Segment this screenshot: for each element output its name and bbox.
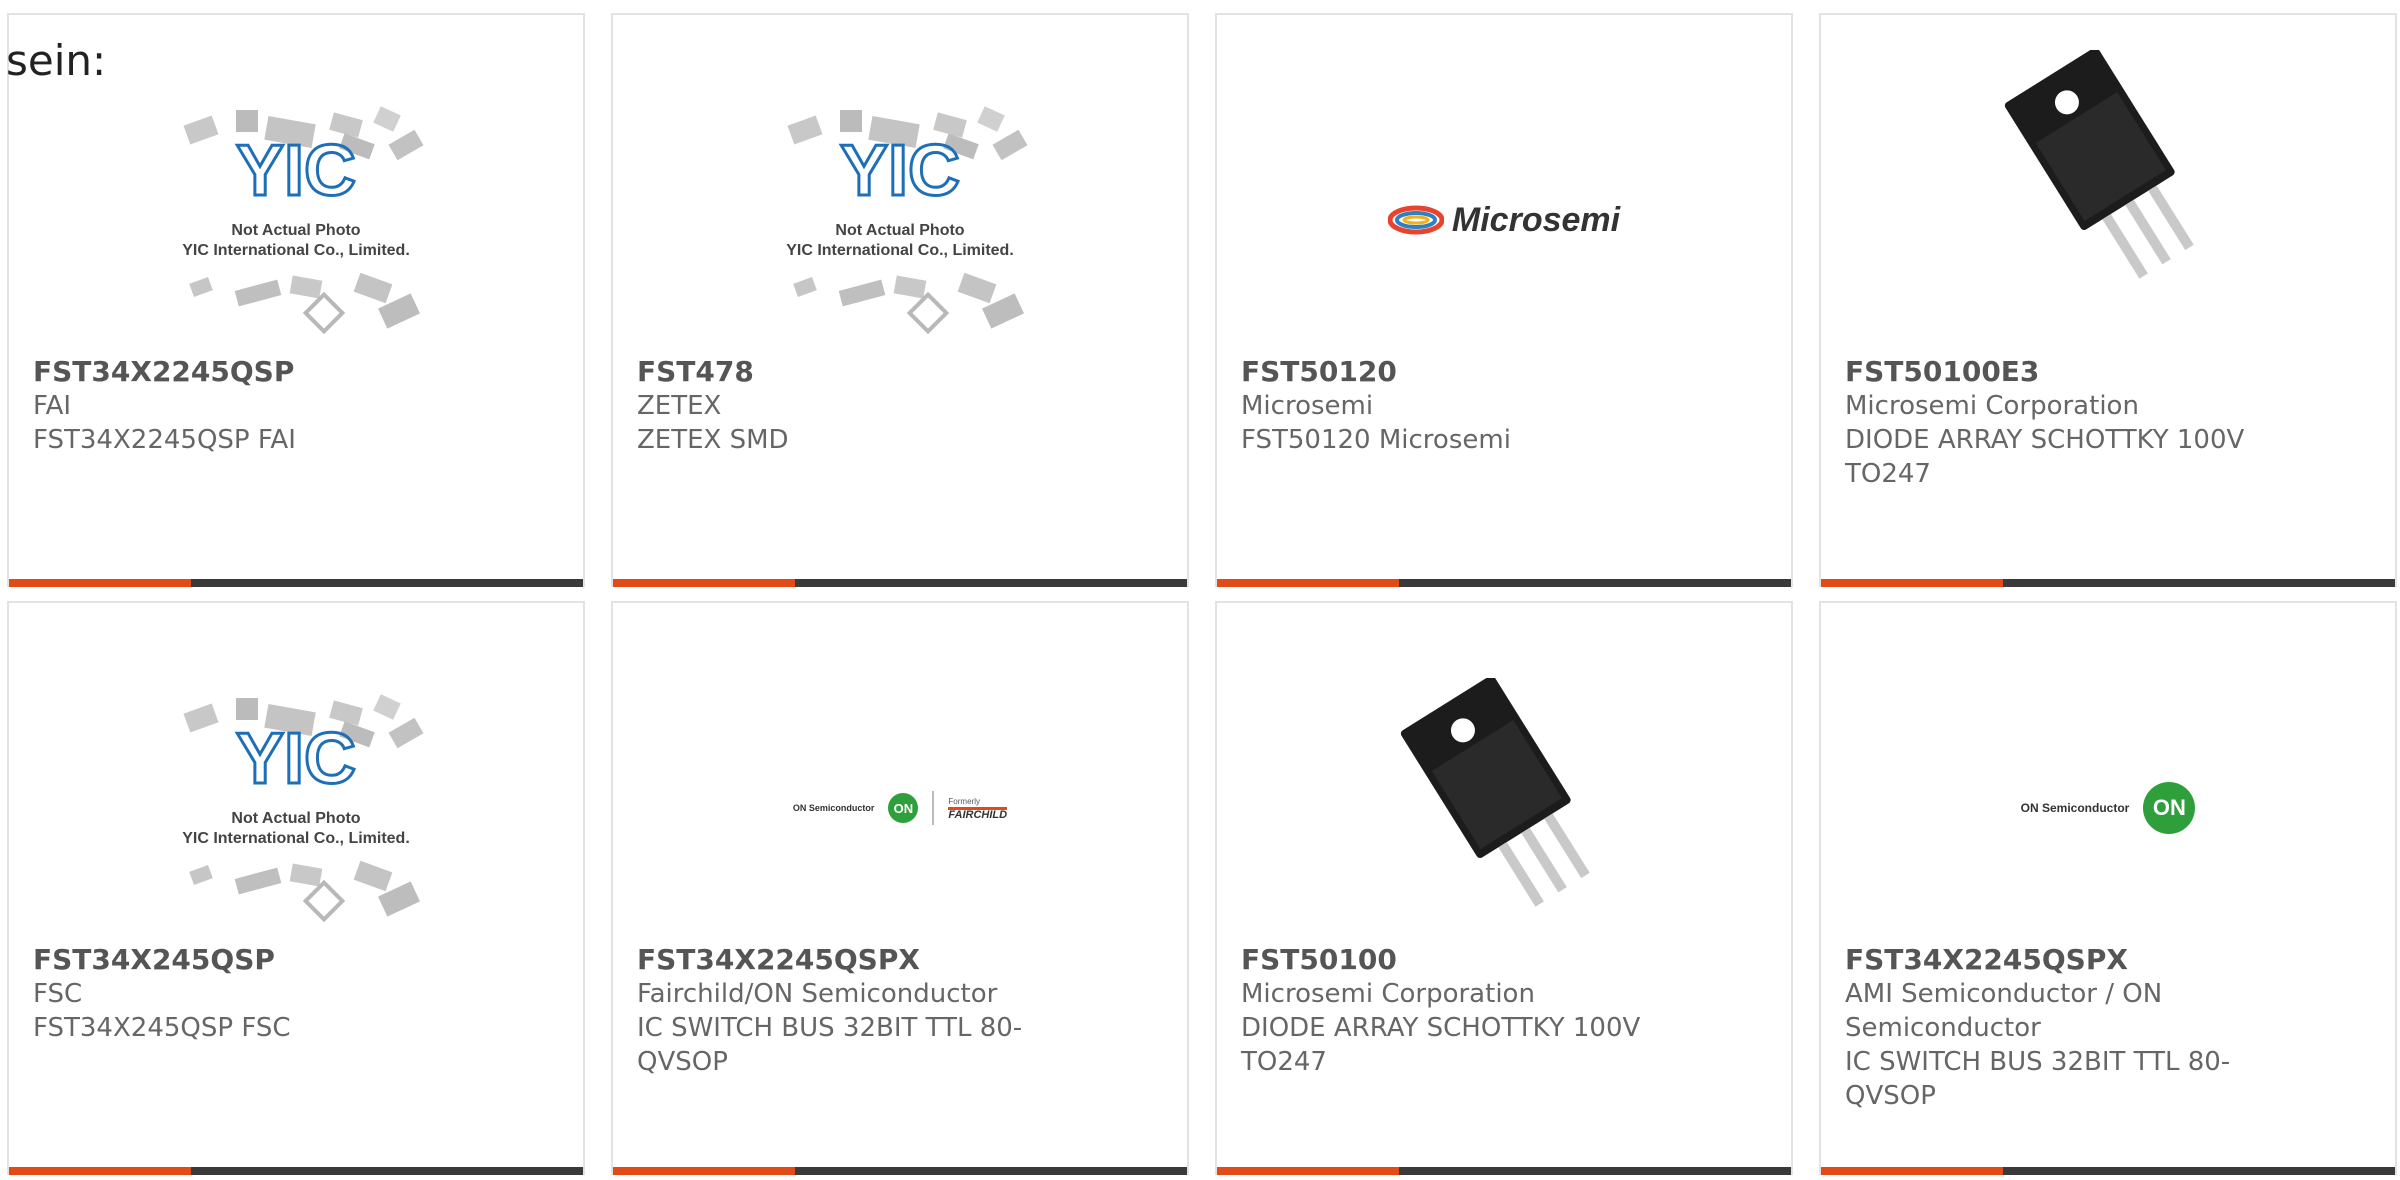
description: FST34X245QSP FSC <box>33 1013 291 1043</box>
manufacturer: Semiconductor <box>1845 1013 2041 1043</box>
product-card[interactable]: YIC Not Actual Photo YIC International C… <box>7 13 585 587</box>
card-accent-bar <box>1821 1167 2395 1175</box>
description: DIODE ARRAY SCHOTTKY 100V <box>1241 1013 1641 1043</box>
description: ZETEX SMD <box>637 425 789 455</box>
part-number[interactable]: FST34X245QSP <box>33 943 463 977</box>
description: TO247 <box>1845 459 1931 489</box>
svg-text:YIC International Co., Limited: YIC International Co., Limited. <box>786 242 1014 259</box>
product-info: FST478 ZETEX ZETEX SMD <box>637 355 1067 457</box>
svg-text:YIC International Co., Limited: YIC International Co., Limited. <box>182 830 410 847</box>
product-image: YIC Not Actual Photo YIC International C… <box>613 85 1187 355</box>
product-info: FST34X2245QSPX Fairchild/ON Semiconducto… <box>637 943 1067 1079</box>
manufacturer: Microsemi <box>1241 391 1374 421</box>
card-accent-bar <box>9 579 583 587</box>
product-info: FST34X245QSP FSC FST34X245QSP FSC <box>33 943 463 1045</box>
part-number[interactable]: FST50100E3 <box>1845 355 2275 389</box>
microsemi-swirl-icon <box>1387 205 1444 235</box>
microsemi-logo: Microsemi <box>1387 200 1621 240</box>
part-number[interactable]: FST34X2245QSPX <box>1845 943 2275 977</box>
part-number[interactable]: FST34X2245QSPX <box>637 943 1067 977</box>
on-badge-icon: ON <box>888 793 919 823</box>
product-info: FST34X2245QSPX AMI Semiconductor / ON Se… <box>1845 943 2275 1113</box>
manufacturer: Microsemi Corporation <box>1845 391 2139 421</box>
on-semi-logo-text: ON Semiconductor <box>2020 801 2130 815</box>
svg-text:YIC: YIC <box>236 131 356 211</box>
card-accent-bar <box>1217 1167 1791 1175</box>
product-info: FST50120 Microsemi FST50120 Microsemi <box>1241 355 1671 457</box>
product-image: YIC Not Actual Photo YIC International C… <box>9 85 583 355</box>
card-accent-bar <box>613 579 1187 587</box>
product-info: FST50100E3 Microsemi Corporation DIODE A… <box>1845 355 2275 491</box>
product-card[interactable]: ON Semiconductor ON FST34X2245QSPX AMI S… <box>1819 601 2397 1175</box>
part-number[interactable]: FST478 <box>637 355 1067 389</box>
part-number[interactable]: FST50120 <box>1241 355 1671 389</box>
product-card[interactable]: YIC Not Actual Photo YIC International C… <box>7 601 585 1175</box>
logo-divider <box>932 791 935 825</box>
on-semiconductor-logo: ON Semiconductor ON <box>2021 782 2196 834</box>
on-fairchild-logo: ON Semiconductor ON Formerly FAIRCHILD <box>792 791 1008 825</box>
part-number[interactable]: FST50100 <box>1241 943 1671 977</box>
manufacturer: ZETEX <box>637 391 722 421</box>
card-accent-bar <box>1217 579 1791 587</box>
product-info: FST50100 Microsemi Corporation DIODE ARR… <box>1241 943 1671 1079</box>
product-card[interactable]: ON Semiconductor ON Formerly FAIRCHILD F… <box>611 601 1189 1175</box>
on-badge-icon: ON <box>2143 782 2196 834</box>
manufacturer: FAI <box>33 391 72 421</box>
product-card[interactable]: YIC Not Actual Photo YIC International C… <box>611 13 1189 587</box>
yic-placeholder-image: YIC Not Actual Photo YIC International C… <box>182 694 424 923</box>
svg-text:Not Actual Photo: Not Actual Photo <box>835 222 964 239</box>
product-image: ON Semiconductor ON Formerly FAIRCHILD <box>613 673 1187 943</box>
manufacturer: FSC <box>33 979 83 1009</box>
product-image <box>1217 663 1791 933</box>
description: QVSOP <box>637 1047 728 1077</box>
description: IC SWITCH BUS 32BIT TTL 80- <box>637 1013 1023 1043</box>
product-image <box>1821 35 2395 305</box>
yic-placeholder-image: YIC Not Actual Photo YIC International C… <box>786 106 1028 335</box>
on-semi-logo-text: ON Semiconductor <box>792 803 875 813</box>
product-info: FST34X2245QSP FAI FST34X2245QSP FAI <box>33 355 463 457</box>
svg-text:Not Actual Photo: Not Actual Photo <box>231 222 360 239</box>
to247-transistor-image <box>2004 50 2194 279</box>
yic-placeholder-image: YIC Not Actual Photo YIC International C… <box>182 106 424 335</box>
card-accent-bar <box>1821 579 2395 587</box>
product-image: Microsemi <box>1217 85 1791 355</box>
product-card[interactable]: Microsemi FST50120 Microsemi FST50120 Mi… <box>1215 13 1793 587</box>
product-card[interactable]: FST50100E3 Microsemi Corporation DIODE A… <box>1819 13 2397 587</box>
to247-transistor-image <box>1400 678 1590 907</box>
product-grid: YIC Not Actual Photo YIC International C… <box>7 13 2400 1180</box>
product-image: ON Semiconductor ON <box>1821 673 2395 943</box>
microsemi-logo-text: Microsemi <box>1451 200 1621 239</box>
card-accent-bar <box>9 1167 583 1175</box>
description: QVSOP <box>1845 1081 1936 1111</box>
description: IC SWITCH BUS 32BIT TTL 80- <box>1845 1047 2231 1077</box>
description: FST34X2245QSP FAI <box>33 425 296 455</box>
manufacturer: AMI Semiconductor / ON <box>1845 979 2163 1009</box>
svg-text:YIC: YIC <box>236 719 356 799</box>
intro-text: sein: <box>6 36 107 85</box>
svg-text:YIC: YIC <box>840 131 960 211</box>
fairchild-logo: Formerly FAIRCHILD <box>948 796 1008 821</box>
svg-text:Not Actual Photo: Not Actual Photo <box>231 810 360 827</box>
product-card[interactable]: FST50100 Microsemi Corporation DIODE ARR… <box>1215 601 1793 1175</box>
description: DIODE ARRAY SCHOTTKY 100V <box>1845 425 2245 455</box>
description: FST50120 Microsemi <box>1241 425 1511 455</box>
manufacturer: Fairchild/ON Semiconductor <box>637 979 998 1009</box>
description: TO247 <box>1241 1047 1327 1077</box>
svg-text:YIC International Co., Limited: YIC International Co., Limited. <box>182 242 410 259</box>
part-number[interactable]: FST34X2245QSP <box>33 355 463 389</box>
product-image: YIC Not Actual Photo YIC International C… <box>9 673 583 943</box>
manufacturer: Microsemi Corporation <box>1241 979 1535 1009</box>
card-accent-bar <box>613 1167 1187 1175</box>
